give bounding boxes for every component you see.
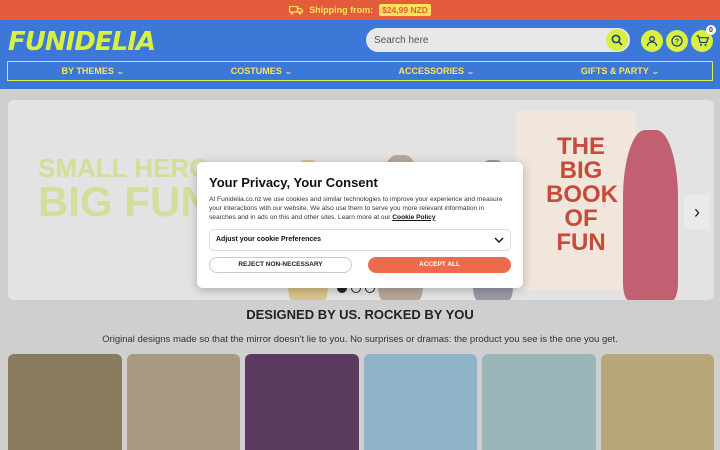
cart-count-badge: 0 bbox=[706, 25, 716, 35]
section-subtitle: Original designs made so that the mirror… bbox=[102, 334, 618, 345]
cart-button[interactable]: 0 bbox=[691, 25, 716, 52]
book-title: THE BIG BOOK OF FUN bbox=[546, 133, 618, 256]
nav-label: BY THEMES bbox=[61, 66, 114, 76]
product-cards bbox=[8, 354, 714, 450]
search-button[interactable] bbox=[606, 29, 628, 51]
nav-label: GIFTS & PARTY bbox=[580, 66, 649, 76]
nav-label: COSTUMES bbox=[230, 66, 282, 76]
consent-title: Your Privacy, Your Consent bbox=[209, 175, 378, 190]
account-button[interactable] bbox=[641, 30, 663, 52]
site-header: FUNIDELIA Search here ? 0 BY THEMES ⌄ COS… bbox=[0, 20, 720, 89]
product-card[interactable] bbox=[245, 354, 359, 450]
consent-body: At Funidelia.co.nz we use cookies and si… bbox=[209, 196, 511, 223]
truck-icon bbox=[289, 5, 304, 15]
chevron-down-icon: ⌄ bbox=[650, 66, 660, 76]
reject-button[interactable]: REJECT NON-NECESSARY bbox=[209, 256, 352, 273]
search-icon bbox=[611, 34, 623, 46]
product-card[interactable] bbox=[363, 354, 477, 450]
nav-by-themes[interactable]: BY THEMES ⌄ bbox=[61, 66, 125, 76]
product-card[interactable] bbox=[126, 354, 240, 450]
search-input[interactable]: Search here bbox=[374, 35, 428, 46]
help-icon: ? bbox=[671, 35, 683, 47]
cookie-preferences-dropdown[interactable]: Adjust your cookie Preferences bbox=[209, 228, 511, 251]
cookie-consent-dialog: Your Privacy, Your Consent At Funidelia.… bbox=[197, 162, 523, 288]
hero-line-2: BIG FUN bbox=[38, 178, 211, 225]
consent-body-text: At Funidelia.co.nz we use cookies and si… bbox=[209, 196, 503, 221]
product-card[interactable] bbox=[8, 354, 122, 450]
main-nav: BY THEMES ⌄ COSTUMES ⌄ ACCESSORIES ⌄ GIFTS … bbox=[7, 61, 713, 81]
account-icon bbox=[646, 36, 658, 47]
nav-costumes[interactable]: COSTUMES ⌄ bbox=[230, 66, 293, 76]
cookie-policy-link[interactable]: Cookie Policy bbox=[392, 214, 435, 221]
search-bar[interactable]: Search here bbox=[366, 28, 630, 52]
cart-icon bbox=[696, 35, 709, 46]
chevron-down-icon: ⌄ bbox=[115, 66, 125, 76]
chevron-down-icon: ⌄ bbox=[283, 66, 293, 76]
chevron-down-icon: ⌄ bbox=[466, 66, 475, 76]
site-logo[interactable]: FUNIDELIA bbox=[8, 27, 156, 57]
nav-accessories[interactable]: ACCESSORIES ⌄ bbox=[398, 66, 475, 76]
shipping-price-badge: $24,99 NZD bbox=[379, 4, 431, 16]
accept-all-button[interactable]: ACCEPT ALL bbox=[368, 256, 511, 273]
product-card[interactable] bbox=[600, 354, 714, 450]
svg-text:?: ? bbox=[675, 39, 679, 46]
chevron-down-icon bbox=[494, 237, 504, 243]
hero-headline: SMALL HERO BIG FUN bbox=[38, 155, 211, 223]
carousel-next-button[interactable]: › bbox=[684, 195, 710, 229]
chevron-right-icon: › bbox=[694, 201, 700, 222]
hero-child-figure bbox=[623, 130, 678, 300]
help-button[interactable]: ? bbox=[666, 30, 688, 52]
shipping-label: Shipping from: bbox=[309, 5, 374, 15]
nav-label: ACCESSORIES bbox=[398, 66, 465, 76]
section-title: DESIGNED BY US. ROCKED BY YOU bbox=[246, 307, 474, 322]
shipping-banner: Shipping from: $24,99 NZD bbox=[0, 0, 720, 20]
nav-gifts-party[interactable]: GIFTS & PARTY ⌄ bbox=[580, 66, 660, 76]
preferences-label: Adjust your cookie Preferences bbox=[216, 236, 322, 244]
product-card[interactable] bbox=[482, 354, 596, 450]
hero-book-image: THE BIG BOOK OF FUN bbox=[516, 110, 636, 290]
